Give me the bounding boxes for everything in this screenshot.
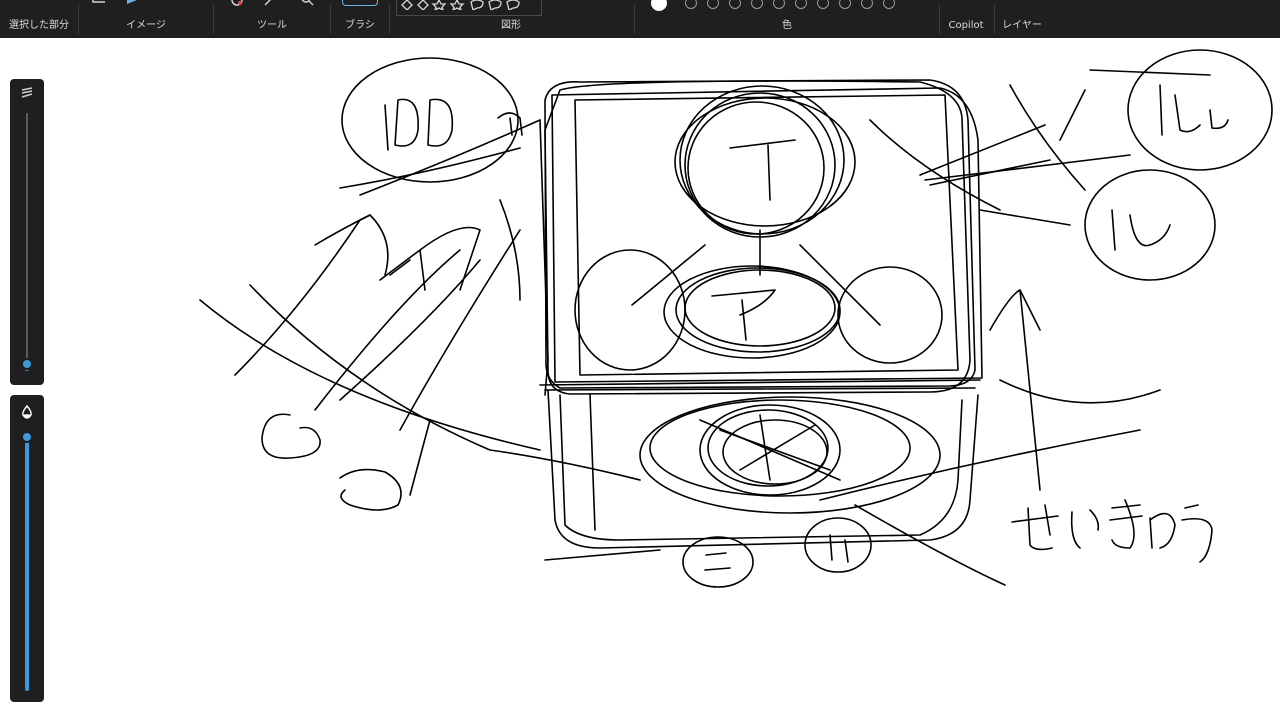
color-swatch-primary[interactable]	[651, 0, 667, 11]
brushes-label: ブラシ	[345, 20, 375, 31]
tools-group[interactable]: ツール	[214, 0, 330, 38]
crop-icon[interactable]	[91, 0, 105, 6]
stroke-size-icon	[21, 87, 33, 98]
color-swatch[interactable]	[707, 0, 719, 9]
rotate-icon[interactable]	[125, 0, 139, 6]
brush-size-slider[interactable]	[10, 79, 44, 385]
ribbon-toolbar: 選択した部分 イメージ ツール ブラシ 図形 色 Copilot レイヤー	[0, 0, 1280, 38]
color-swatch[interactable]	[773, 0, 785, 9]
slider-thumb[interactable]	[21, 358, 33, 370]
shapes-label: 図形	[501, 20, 521, 31]
magnifier-icon[interactable]	[300, 0, 314, 6]
copilot-group[interactable]: Copilot	[940, 0, 994, 38]
color-swatch[interactable]	[817, 0, 829, 9]
color-swatch[interactable]	[751, 0, 763, 9]
color-swatch[interactable]	[729, 0, 741, 9]
opacity-drop-icon	[22, 405, 32, 419]
colors-label: 色	[782, 20, 792, 31]
drawing-canvas[interactable]	[0, 38, 1280, 720]
selection-group[interactable]: 選択した部分	[0, 0, 78, 38]
slider-thumb[interactable]	[21, 431, 33, 443]
image-group[interactable]: イメージ	[79, 0, 213, 38]
layers-label: レイヤー	[1002, 20, 1042, 31]
pencil-icon[interactable]	[264, 0, 278, 6]
shapes-group[interactable]: 図形	[390, 0, 634, 38]
color-swatch[interactable]	[795, 0, 807, 9]
slider-track[interactable]	[26, 113, 28, 367]
shapes-gallery[interactable]	[396, 0, 542, 16]
colors-group[interactable]: 色	[635, 0, 939, 38]
brush-button[interactable]	[342, 0, 378, 6]
selection-label: 選択した部分	[9, 20, 69, 31]
opacity-slider[interactable]	[10, 395, 44, 702]
tools-label: ツール	[257, 20, 287, 31]
color-swatch[interactable]	[839, 0, 851, 9]
shape-icons[interactable]	[401, 0, 537, 10]
fill-bucket-icon[interactable]	[230, 0, 244, 6]
color-swatch[interactable]	[883, 0, 895, 9]
color-swatch[interactable]	[685, 0, 697, 9]
copilot-label: Copilot	[948, 20, 984, 31]
layers-group[interactable]: レイヤー	[995, 0, 1051, 38]
color-swatch[interactable]	[861, 0, 873, 9]
image-label: イメージ	[126, 20, 166, 31]
brushes-group[interactable]: ブラシ	[331, 0, 389, 38]
ink-strokes	[199, 49, 1273, 588]
slider-fill	[25, 433, 29, 691]
